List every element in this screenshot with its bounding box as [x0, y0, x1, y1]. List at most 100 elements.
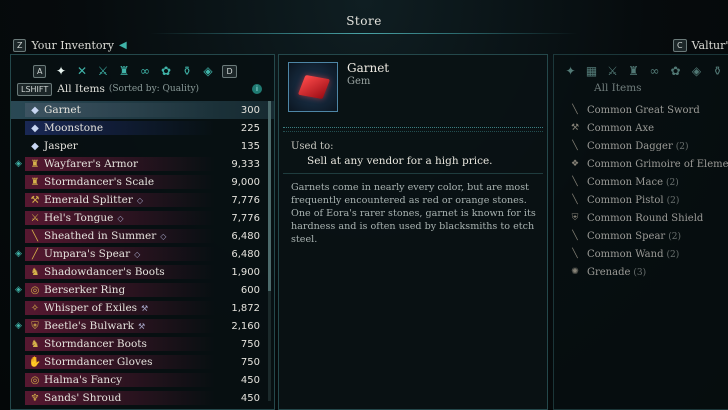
item-name-label: Garnet [44, 104, 81, 116]
gem-icon: ◆ [31, 140, 39, 152]
item-name-label: Hel's Tongue ◇ [44, 212, 124, 224]
inventory-row[interactable]: ◈ ◎ Berserker Ring 600 [11, 281, 274, 299]
wand-icon: ✧ [30, 302, 40, 314]
inventory-row[interactable]: ◎ Halma's Fancy 450 [11, 371, 274, 389]
inventory-list: ◆ Garnet 300 ◆ Moonstone 225 ◆ Jasper 135 ◈ ♜ Wayfa… [11, 101, 274, 407]
upgrade-tag-icon: ◇ [117, 214, 124, 223]
store-row[interactable]: ⛨ Common Round Shield [554, 209, 728, 227]
garnet-gem-icon [297, 74, 331, 100]
vendor-header[interactable]: C Valtur's [673, 39, 728, 52]
inventory-row[interactable]: ◈ ⛨ Beetle's Bulwark ⚒ 2,160 [11, 317, 274, 335]
store-item-name: Common Great Sword [587, 104, 700, 116]
store-item-icon: ⚒ [570, 123, 580, 133]
gloves-icon: ✋ [28, 356, 42, 368]
store-row[interactable]: ╲ Common Mace (2) [554, 173, 728, 191]
store-row[interactable]: ╲ Common Dagger (2) [554, 137, 728, 155]
inventory-scrollbar[interactable] [268, 101, 271, 401]
inventory-header-label: Your Inventory [31, 39, 115, 52]
inventory-row[interactable]: ✋ Stormdancer Gloves 750 [11, 353, 274, 371]
store-item-icon: ╲ [572, 195, 578, 205]
info-icon[interactable]: i [252, 84, 262, 94]
store-item-name: Common Round Shield [587, 212, 704, 224]
title-divider [150, 33, 578, 34]
item-value: 225 [240, 122, 260, 134]
container-icon[interactable]: ▦ [581, 63, 602, 79]
store-row[interactable]: ╲ Common Great Sword [554, 101, 728, 119]
weapon-icon[interactable]: ✕ [71, 63, 92, 79]
shield-icon: ⛨ [31, 320, 39, 332]
inventory-row[interactable]: ⚒ Emerald Splitter ◇ 7,776 [11, 191, 274, 209]
sorted-by-label[interactable]: (Sorted by: Quality) [109, 84, 199, 94]
inventory-row[interactable]: ◆ Jasper 135 [11, 137, 274, 155]
item-value: 6,480 [231, 248, 260, 260]
boots-icon: ♞ [30, 266, 40, 278]
inventory-row[interactable]: ♞ Stormdancer Boots 750 [11, 335, 274, 353]
detail-divider [283, 127, 543, 132]
accessory-icon[interactable]: ∞ [644, 63, 665, 79]
armor-icon[interactable]: ♜ [113, 63, 134, 79]
store-row[interactable]: ✺ Grenade (3) [554, 263, 728, 281]
misc-icon[interactable]: ⚱ [176, 63, 197, 79]
item-value: 135 [240, 140, 260, 152]
upgrade-tag-icon: ◇ [160, 232, 167, 241]
item-name-label: Umpara's Spear ◇ [44, 248, 141, 260]
inventory-row[interactable]: ♞ Shadowdancer's Boots 1,900 [11, 263, 274, 281]
store-item-name: Common Axe [587, 122, 655, 134]
upgrade-tag-icon: ◇ [134, 250, 141, 259]
inventory-row[interactable]: ♜ Stormdancer's Scale 9,000 [11, 173, 274, 191]
scrollbar-thumb[interactable] [268, 101, 271, 291]
item-name-label: Sheathed in Summer ◇ [44, 230, 167, 242]
inventory-row[interactable]: ◆ Garnet 300 [11, 101, 274, 119]
detail-separator [283, 173, 543, 174]
store-item-icon: ╲ [572, 249, 578, 259]
store-row[interactable]: ⚒ Common Axe [554, 119, 728, 137]
equipped-icon: ◈ [15, 249, 22, 259]
item-value: 9,000 [231, 176, 260, 188]
store-tab-bar: ✦ ▦ ⚔ ♜ ∞ ✿ ◈ ⚱ [554, 63, 728, 79]
sword-icon: ⚔ [30, 212, 40, 224]
inventory-row[interactable]: ◆ Moonstone 225 [11, 119, 274, 137]
store-item-name: Common Mace (2) [587, 176, 679, 188]
store-list: ╲ Common Great Sword ⚒ Common Axe ╲ Common Da… [554, 101, 728, 281]
gem-icon[interactable]: ◈ [686, 63, 707, 79]
consumable-icon[interactable]: ✿ [155, 63, 176, 79]
store-row[interactable]: ╲ Common Pistol (2) [554, 191, 728, 209]
ring-icon: ◎ [30, 284, 40, 296]
inventory-row[interactable]: ╲ Sheathed in Summer ◇ 6,480 [11, 227, 274, 245]
store-row[interactable]: ╲ Common Spear (2) [554, 227, 728, 245]
inventory-row[interactable]: ✧ Whisper of Exiles ⚒ 1,872 [11, 299, 274, 317]
item-value: 6,480 [231, 230, 260, 242]
sort-line: LSHIFT All Items (Sorted by: Quality) i [17, 82, 268, 96]
store-item-icon: ╲ [572, 141, 578, 151]
all-items-icon[interactable]: ✦ [50, 63, 71, 79]
store-item-name: Common Pistol (2) [587, 194, 680, 206]
item-value: 1,900 [231, 266, 260, 278]
store-row[interactable]: ╲ Common Wand (2) [554, 245, 728, 263]
inventory-row[interactable]: ⚔ Hel's Tongue ◇ 7,776 [11, 209, 274, 227]
all-items-icon[interactable]: ✦ [560, 63, 581, 79]
armor-icon[interactable]: ♜ [623, 63, 644, 79]
inventory-panel: A ✦ ✕ ⚔ ♜ ∞ ✿ ⚱ ◈ D LSHIFT All Items (So… [10, 54, 275, 410]
store-item-icon: ⛨ [571, 213, 579, 223]
inventory-row[interactable]: ◈ ♜ Wayfarer's Armor 9,333 [11, 155, 274, 173]
melee-icon[interactable]: ⚔ [602, 63, 623, 79]
gem-icon[interactable]: ◈ [197, 63, 218, 79]
upgrade-tag-icon: ◇ [136, 196, 143, 205]
used-to-label: Used to: [291, 141, 334, 152]
misc-icon[interactable]: ⚱ [707, 63, 728, 79]
armor-icon: ♜ [30, 176, 40, 188]
item-name-label: Stormdancer's Scale [44, 176, 155, 188]
accessory-icon[interactable]: ∞ [134, 63, 155, 79]
store-row[interactable]: ❖ Common Grimoire of Elements [554, 155, 728, 173]
inventory-row[interactable]: ◈ ╱ Umpara's Spear ◇ 6,480 [11, 245, 274, 263]
dagger-icon: ╲ [31, 230, 39, 242]
item-name-label: Beetle's Bulwark ⚒ [44, 320, 146, 332]
key-hint-c: C [673, 39, 687, 52]
gem-icon: ◆ [31, 104, 39, 116]
melee-icon[interactable]: ⚔ [92, 63, 113, 79]
consumable-icon[interactable]: ✿ [665, 63, 686, 79]
store-item-icon: ╲ [572, 177, 578, 187]
inventory-row[interactable]: ♆ Sands' Shroud 450 [11, 389, 274, 407]
inventory-header[interactable]: Z Your Inventory ◀ [13, 39, 127, 52]
item-value: 2,160 [231, 320, 260, 332]
